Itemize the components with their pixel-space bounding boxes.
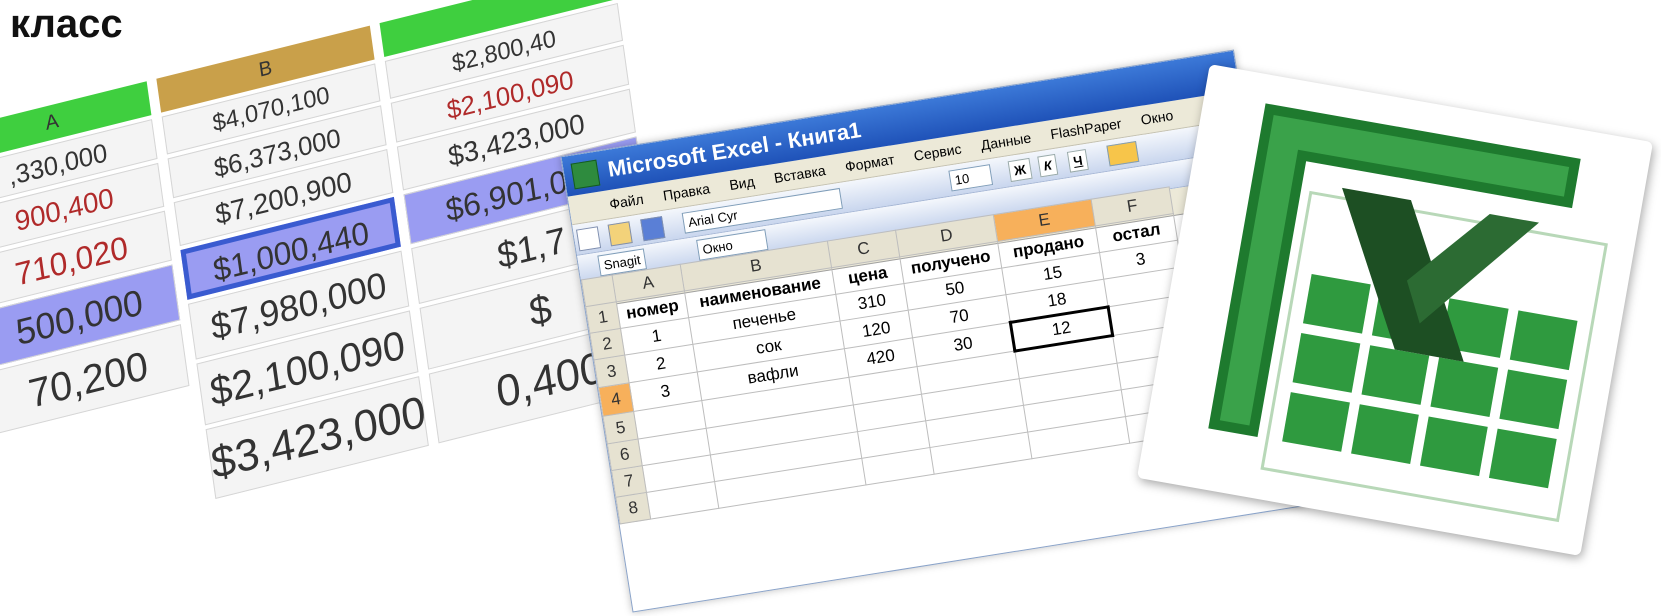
menu-file[interactable]: Файл: [608, 191, 645, 212]
menu-format[interactable]: Формат: [844, 151, 896, 175]
excel-2010-logo-icon: [1208, 103, 1608, 523]
menu-edit[interactable]: Правка: [662, 180, 711, 203]
menu-insert[interactable]: Вставка: [773, 162, 827, 186]
save-icon[interactable]: [640, 216, 666, 242]
row-header[interactable]: 8: [615, 492, 651, 524]
menu-view[interactable]: Вид: [728, 173, 756, 193]
italic-button[interactable]: К: [1037, 153, 1059, 178]
excel-logo-card: [1136, 64, 1654, 556]
menu-tools[interactable]: Сервис: [913, 141, 963, 164]
underline-button[interactable]: Ч: [1066, 148, 1090, 173]
bold-button[interactable]: Ж: [1007, 157, 1033, 183]
excel-app-icon: [570, 159, 601, 190]
font-size-dropdown[interactable]: 10: [948, 164, 994, 192]
menu-data[interactable]: Данные: [980, 130, 1032, 154]
align-center-icon[interactable]: [1106, 141, 1140, 167]
menu-flashpaper[interactable]: FlashPaper: [1049, 115, 1122, 142]
new-icon[interactable]: [575, 226, 602, 252]
open-icon[interactable]: [608, 221, 634, 247]
slide-title: класс: [10, 2, 123, 46]
